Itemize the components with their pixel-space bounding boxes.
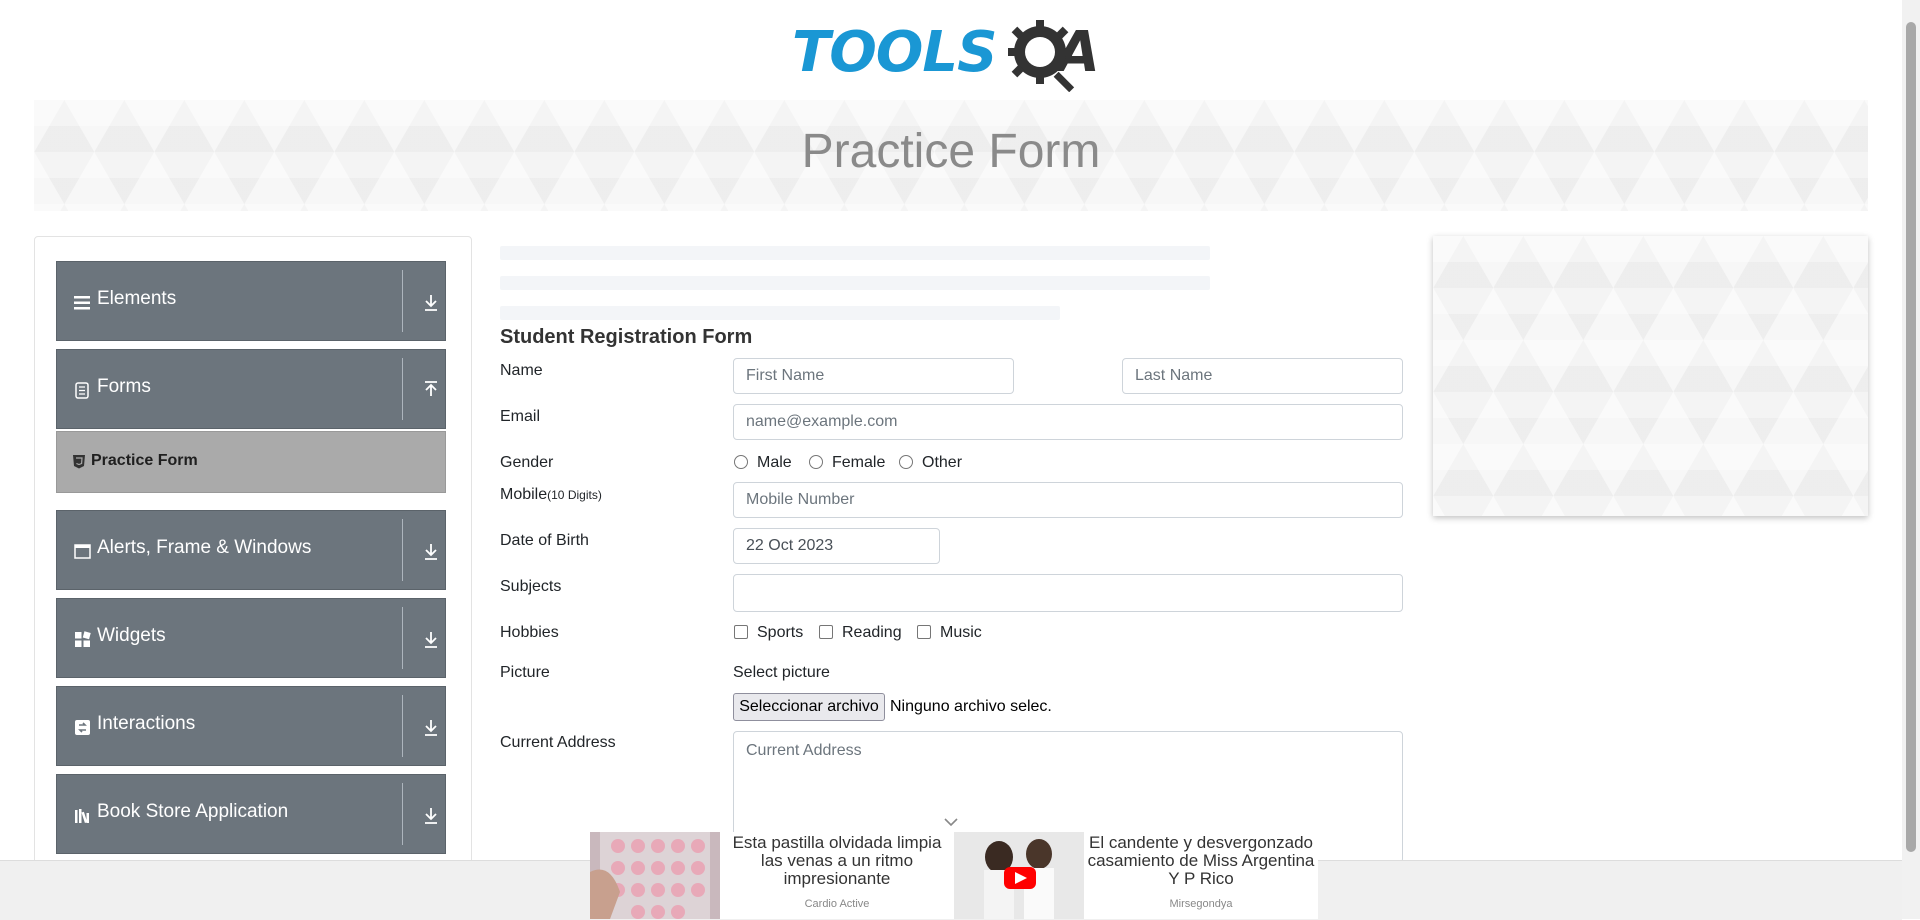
- gear-magnifier-icon: [1008, 20, 1075, 92]
- gender-male-label[interactable]: Male: [757, 454, 792, 472]
- ad-headline: El candente y desvergonzado casamiento d…: [1087, 833, 1315, 888]
- hobby-music-checkbox[interactable]: [917, 625, 931, 639]
- gender-other-radio[interactable]: [899, 455, 913, 469]
- hobby-reading-checkbox[interactable]: [819, 625, 833, 639]
- subjects-label: Subjects: [500, 578, 562, 595]
- gender-female-radio[interactable]: [809, 455, 823, 469]
- mobile-label: Mobile(10 Digits): [500, 486, 602, 504]
- download-arrow-icon: [425, 808, 437, 824]
- divider: [402, 607, 403, 669]
- form-icon: [75, 382, 89, 399]
- email-input[interactable]: name@example.com: [733, 404, 1403, 440]
- hobby-sports-checkbox[interactable]: [734, 625, 748, 639]
- divider: [402, 783, 403, 845]
- mobile-label-text: Mobile: [500, 486, 548, 503]
- sidebar-group-label: Book Store Application: [97, 801, 289, 822]
- choose-file-button[interactable]: Seleccionar archivo: [733, 693, 885, 721]
- hobby-sports-label[interactable]: Sports: [757, 624, 803, 642]
- vertical-scrollbar[interactable]: [1902, 0, 1920, 919]
- divider: [402, 270, 403, 332]
- name-label: Name: [500, 362, 543, 379]
- download-arrow-icon: [425, 295, 437, 311]
- gender-label: Gender: [500, 454, 554, 471]
- page-banner: Practice Form: [34, 100, 1868, 211]
- ad-source: Cardio Active: [804, 898, 870, 910]
- picture-label: Picture: [500, 664, 550, 681]
- gender-female-label[interactable]: Female: [832, 454, 885, 472]
- divider: [402, 519, 403, 581]
- sidebar-group-label: Forms: [97, 376, 151, 397]
- faded-placeholder: [500, 306, 1060, 320]
- sidebar: Elements Forms Practice Form Alerts, Fra…: [34, 236, 472, 878]
- faded-placeholder: [500, 276, 1210, 290]
- video-ad-image: [954, 832, 1084, 919]
- download-arrow-icon: [425, 632, 437, 648]
- hobby-music-label[interactable]: Music: [940, 624, 982, 642]
- select-picture-label: Select picture: [733, 664, 830, 681]
- download-arrow-icon: [425, 544, 437, 560]
- first-name-input[interactable]: First Name: [733, 358, 1014, 394]
- ad-headline: Esta pastilla olvidada limpia las venas …: [732, 833, 942, 888]
- chevron-down-icon[interactable]: [944, 817, 958, 827]
- email-label: Email: [500, 408, 541, 425]
- faded-placeholder: [500, 246, 1210, 260]
- ad-card[interactable]: Esta pastilla olvidada limpia las venas …: [590, 832, 954, 919]
- logo-tools-text: TOOLS: [792, 19, 997, 85]
- window-icon: [74, 544, 91, 559]
- sidebar-group-alerts[interactable]: Alerts, Frame & Windows: [56, 510, 446, 590]
- last-name-input[interactable]: Last Name: [1122, 358, 1403, 394]
- scrollbar-thumb[interactable]: [1906, 22, 1916, 852]
- sidebar-group-forms[interactable]: Forms: [56, 349, 446, 429]
- html5-icon: [73, 455, 85, 469]
- subjects-input[interactable]: [733, 574, 1403, 612]
- mobile-hint: (10 Digits): [547, 488, 602, 502]
- sidebar-group-label: Alerts, Frame & Windows: [97, 537, 312, 558]
- sidebar-group-label: Interactions: [97, 713, 196, 734]
- ad-card[interactable]: El candente y desvergonzado casamiento d…: [954, 832, 1318, 919]
- page-title: Practice Form: [801, 125, 1101, 178]
- gender-other-label[interactable]: Other: [922, 454, 962, 472]
- upload-arrow-icon: [425, 381, 437, 396]
- hobbies-label: Hobbies: [500, 624, 559, 641]
- sidebar-group-elements[interactable]: Elements: [56, 261, 446, 341]
- toolsqa-logo[interactable]: TOOLS A: [792, 16, 1114, 92]
- widgets-icon: [75, 631, 91, 647]
- dob-label: Date of Birth: [500, 532, 589, 549]
- sidebar-item-label: Practice Form: [91, 452, 198, 469]
- sidebar-item-practice-form[interactable]: Practice Form: [56, 431, 446, 493]
- hamburger-icon: [74, 296, 90, 310]
- sidebar-group-label: Elements: [97, 288, 177, 309]
- download-arrow-icon: [425, 720, 437, 736]
- form-title: Student Registration Form: [500, 326, 753, 348]
- ad-source: Mirsegondya: [1169, 898, 1233, 910]
- hobby-reading-label[interactable]: Reading: [842, 624, 902, 642]
- interactions-icon: [75, 720, 90, 735]
- mobile-input[interactable]: Mobile Number: [733, 482, 1403, 518]
- gender-male-radio[interactable]: [734, 455, 748, 469]
- sidebar-group-book-store[interactable]: Book Store Application: [56, 774, 446, 854]
- sidebar-group-label: Widgets: [97, 625, 166, 646]
- book-icon: [75, 809, 89, 824]
- dob-input[interactable]: 22 Oct 2023: [733, 528, 940, 564]
- right-ad-panel: [1433, 236, 1868, 516]
- pills-ad-image: [590, 832, 720, 919]
- sidebar-group-interactions[interactable]: Interactions: [56, 686, 446, 766]
- divider: [402, 695, 403, 757]
- site-header: TOOLS A: [0, 0, 1920, 100]
- divider: [402, 358, 403, 420]
- file-status: Ninguno archivo selec.: [890, 698, 1052, 715]
- sidebar-group-widgets[interactable]: Widgets: [56, 598, 446, 678]
- address-label: Current Address: [500, 734, 616, 751]
